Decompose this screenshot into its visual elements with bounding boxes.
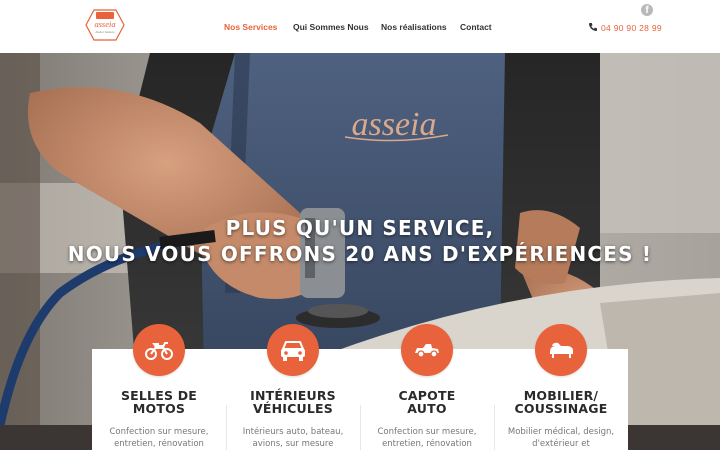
service-title: CAPOTE AUTO [398, 388, 456, 416]
nav-nos-services[interactable]: Nos Services [224, 22, 277, 32]
service-title: MOBILIER/COUSSINAGE [514, 388, 608, 416]
service-description: Confection sur mesure, entretien, rénova… [377, 427, 477, 449]
motorcycle-icon [133, 324, 185, 376]
convertible-car-icon [401, 324, 453, 376]
phone-icon [589, 23, 597, 31]
services-card: SELLES DE MOTOS Confection sur mesure, en… [92, 324, 628, 450]
logo-text: asseia [94, 19, 115, 29]
service-description: Intérieurs auto, bateau, avions, sur mes… [242, 427, 344, 449]
nav-nos-realisations[interactable]: Nos réalisations [381, 22, 447, 32]
hero-headline-line2: NOUS VOUS OFFRONS 20 ANS D'EXPÉRIENCES ! [67, 242, 653, 266]
service-capote-auto[interactable]: CAPOTE AUTO Confection sur mesure, entret… [360, 324, 494, 450]
facebook-icon[interactable]: f [641, 4, 653, 16]
service-title: INTÉRIEURS VÉHICULES [250, 388, 336, 416]
phone-number[interactable]: 04 90 90 28 99 [601, 23, 662, 33]
logo-subtext: Atelier Sellerie [95, 30, 115, 34]
service-description: Mobilier médical, design, d'extérieur et [507, 427, 615, 449]
service-title: SELLES DE MOTOS [120, 388, 198, 416]
apron-logo: asseia [352, 106, 437, 143]
service-selles-motos[interactable]: SELLES DE MOTOS Confection sur mesure, en… [92, 324, 226, 450]
logo[interactable]: asseia Atelier Sellerie [84, 7, 126, 43]
service-description: Confection sur mesure, entretien, rénova… [109, 427, 209, 449]
service-interieurs-vehicules[interactable]: INTÉRIEURS VÉHICULES Intérieurs auto, bat… [226, 324, 360, 450]
hero-headline: PLUS QU'UN SERVICE, NOUS VOUS OFFRONS 20… [0, 215, 720, 267]
hero-headline-line1: PLUS QU'UN SERVICE, [225, 216, 495, 240]
sofa-icon [535, 324, 587, 376]
service-mobilier-coussinage[interactable]: MOBILIER/COUSSINAGE Mobilier médical, de… [494, 324, 628, 450]
site-header: asseia Atelier Sellerie Nos Services Qui… [0, 0, 720, 53]
nav-contact[interactable]: Contact [460, 22, 492, 32]
car-interior-icon [267, 324, 319, 376]
nav-qui-sommes-nous[interactable]: Qui Sommes Nous [293, 22, 369, 32]
